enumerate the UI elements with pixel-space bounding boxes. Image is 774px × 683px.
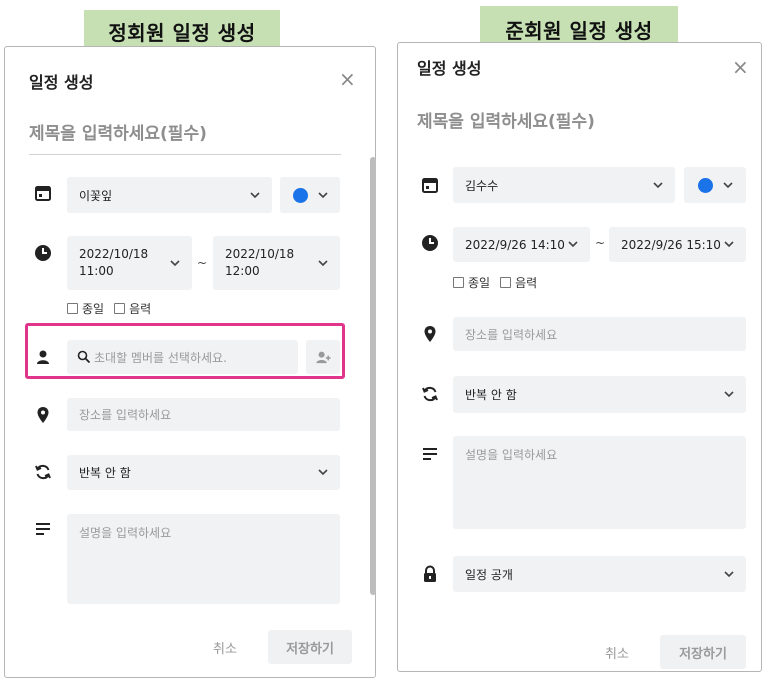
end-datetime-select[interactable]: 2022/10/18 12:00 [213,236,340,290]
repeat-select-value: 반복 안 함 [79,466,131,480]
location-input[interactable]: 장소를 입력하세요 [67,398,340,431]
color-dot [697,177,713,193]
event-title-input[interactable]: 제목을 입력하세요(필수) [29,119,341,155]
chevron-down-icon [722,180,733,190]
start-datetime-select[interactable]: 2022/9/26 14:10 [453,227,590,262]
chevron-down-icon [170,258,180,268]
start-datetime-value: 2022/9/26 14:10 [465,237,565,252]
description-icon [33,519,53,539]
chevron-down-icon [724,569,734,579]
visibility-select[interactable]: 일정 공개 [453,556,746,592]
location-pin-icon [420,324,440,344]
end-datetime-value: 2022/9/26 15:10 [621,237,721,252]
calendar-select[interactable]: 김수수 [453,167,675,203]
description-icon [420,444,440,464]
event-title-input[interactable]: 제목을 입력하세요(필수) [417,107,743,142]
comparison-stage: 정회원 일정 생성 준회원 일정 생성 일정 생성 × 제목을 입력하세요(필수… [0,0,774,683]
lunar-label: 음력 [129,302,152,316]
chevron-down-icon [318,468,328,478]
chevron-down-icon [653,180,663,190]
calendar-icon [33,183,53,203]
associate-create-event-dialog: 일정 생성 × 제목을 입력하세요(필수) 김수수 2022/9/26 14:1… [397,42,762,672]
clock-icon [420,233,440,253]
invite-member-placeholder: 초대할 멤버를 선택하세요. [94,350,227,365]
cancel-button[interactable]: 취소 [605,643,629,662]
regular-create-event-dialog: 일정 생성 × 제목을 입력하세요(필수) 이꽃잎 2022/10/18 11:… [4,46,376,678]
close-icon[interactable]: × [732,57,749,77]
description-input[interactable]: 설명을 입력하세요 [67,514,340,604]
cancel-button[interactable]: 취소 [213,638,237,657]
end-datetime-select[interactable]: 2022/9/26 15:10 [609,227,746,262]
all-day-label: 종일 [468,276,491,290]
dialog-title: 일정 생성 [29,73,94,92]
repeat-icon [420,384,440,404]
date-options: 종일 음력 [67,300,161,317]
chevron-down-icon [318,258,328,268]
description-input[interactable]: 설명을 입력하세요 [453,436,746,529]
start-datetime-value: 2022/10/18 11:00 [79,247,149,278]
save-button[interactable]: 저장하기 [660,635,746,669]
repeat-select-value: 반복 안 함 [465,388,517,402]
description-placeholder: 설명을 입력하세요 [79,526,172,540]
start-datetime-select[interactable]: 2022/10/18 11:00 [67,236,192,290]
date-options: 종일 음력 [453,274,547,291]
add-member-button[interactable] [306,340,340,374]
chevron-down-icon [724,390,734,400]
color-select[interactable] [684,167,746,203]
calendar-select-value: 김수수 [465,178,499,193]
repeat-select[interactable]: 반복 안 함 [453,376,746,413]
color-select[interactable] [280,177,340,213]
description-placeholder: 설명을 입력하세요 [465,448,558,462]
chevron-down-icon [250,190,260,200]
lunar-checkbox[interactable] [114,303,126,314]
color-dot [292,187,308,203]
add-person-icon [315,351,331,363]
scrollbar[interactable] [370,157,376,595]
chevron-down-icon [724,240,734,250]
range-separator: ~ [595,236,606,250]
dialog-title: 일정 생성 [417,59,482,78]
chevron-down-icon [317,190,328,200]
repeat-select[interactable]: 반복 안 함 [67,455,340,490]
close-icon[interactable]: × [339,69,356,89]
lunar-label: 음력 [515,276,538,290]
all-day-checkbox[interactable] [453,277,464,288]
location-placeholder: 장소를 입력하세요 [465,327,558,342]
all-day-label: 종일 [82,302,105,316]
lunar-checkbox[interactable] [500,277,512,288]
invite-member-input[interactable]: 초대할 멤버를 선택하세요. [67,340,298,374]
all-day-checkbox[interactable] [67,303,78,314]
end-datetime-value: 2022/10/18 12:00 [225,247,295,278]
calendar-icon [420,175,440,195]
repeat-icon [33,462,53,482]
clock-icon [33,243,53,263]
calendar-select-value: 이꽃잎 [79,188,113,203]
chevron-down-icon [568,240,578,250]
person-icon [33,347,53,367]
location-pin-icon [33,405,53,425]
visibility-select-value: 일정 공개 [465,567,513,582]
save-button[interactable]: 저장하기 [268,630,352,664]
location-placeholder: 장소를 입력하세요 [79,408,172,422]
location-input[interactable]: 장소를 입력하세요 [453,317,746,351]
range-separator: ~ [197,256,208,270]
lock-icon [420,564,440,584]
calendar-select[interactable]: 이꽃잎 [67,177,272,213]
search-icon [77,350,91,364]
